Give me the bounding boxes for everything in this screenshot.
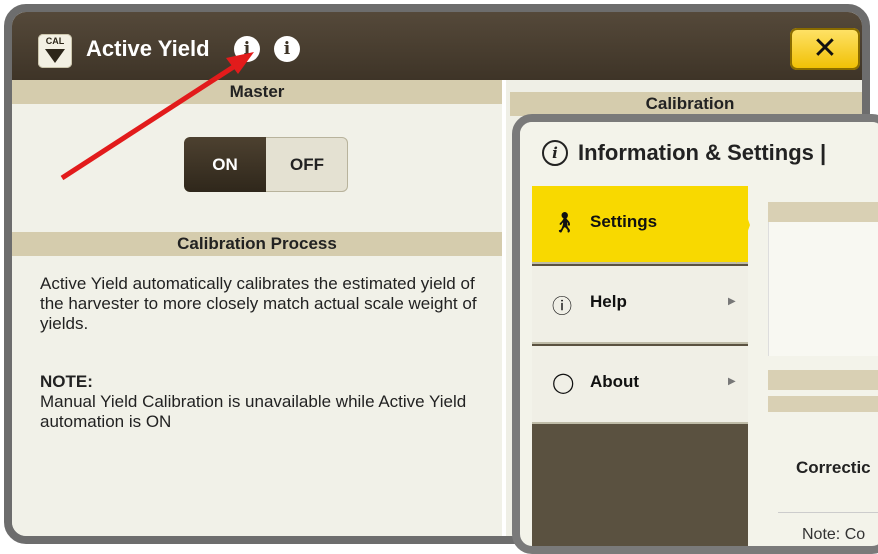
annotation-arrow xyxy=(60,52,254,181)
